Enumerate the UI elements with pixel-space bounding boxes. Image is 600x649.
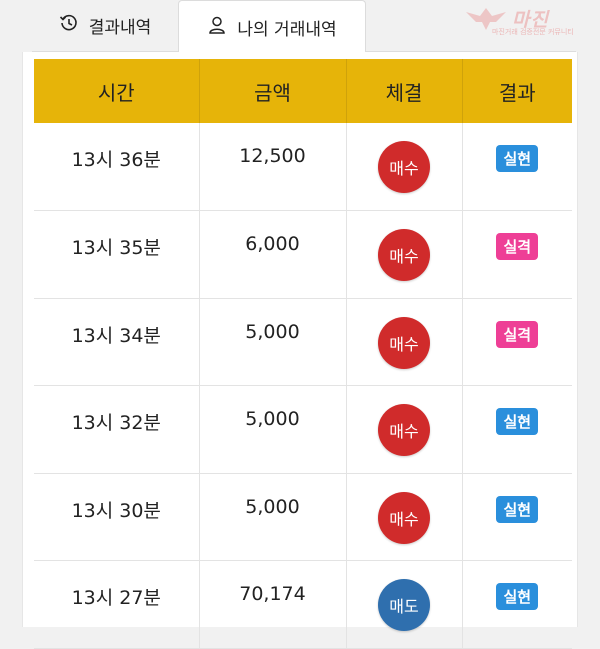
amount-value: 70,174 — [239, 583, 306, 605]
result-badge: 실현 — [496, 408, 539, 435]
cell-result: 실격 — [462, 210, 572, 299]
time-value: 13시 32분 — [71, 412, 161, 434]
cell-time: 13시 30분 — [34, 473, 200, 561]
table-row: 13시 36분 12,500 매수 실현 — [34, 123, 572, 211]
amount-value: 5,000 — [245, 495, 300, 518]
execution-badge: 매수 — [378, 404, 430, 456]
cell-amount: 6,000 — [199, 210, 347, 299]
cell-result: 실현 — [462, 385, 572, 474]
execution-badge: 매수 — [378, 491, 430, 544]
cell-result: 실현 — [462, 123, 572, 211]
result-badge: 실현 — [496, 583, 539, 610]
cell-result: 실격 — [462, 298, 572, 386]
header-result: 결과 — [462, 59, 572, 123]
execution-badge: 매도 — [378, 579, 430, 631]
trades-table: 시간 금액 체결 결과 13시 36분 12,500 매수 실현 13시 35분 6,00… — [34, 59, 572, 649]
execution-badge: 매수 — [378, 316, 430, 369]
cell-time: 13시 35분 — [34, 210, 200, 299]
cell-time: 13시 32분 — [34, 385, 200, 474]
execution-badge: 매수 — [378, 141, 430, 193]
user-icon — [207, 15, 237, 40]
tab-results-label: 결과내역 — [88, 18, 152, 38]
table-row: 13시 27분 70,174 매도 실현 — [34, 560, 572, 649]
execution-badge: 매수 — [378, 229, 430, 281]
table-row: 13시 30분 5,000 매수 실현 — [34, 473, 572, 561]
time-value: 13시 36분 — [71, 149, 161, 171]
logo-subtext: 마진거래 검증전문 커뮤니티 — [492, 28, 574, 36]
cell-amount: 12,500 — [199, 123, 347, 211]
tab-results-history[interactable]: 결과내역 — [32, 0, 178, 52]
time-value: 13시 30분 — [71, 499, 161, 522]
cell-execution: 매수 — [346, 385, 463, 474]
trades-panel: 시간 금액 체결 결과 13시 36분 12,500 매수 실현 13시 35분 6,00… — [22, 52, 578, 649]
time-value: 13시 34분 — [71, 324, 161, 347]
table-header-row: 시간 금액 체결 결과 — [34, 59, 572, 123]
cell-result: 실현 — [462, 560, 572, 649]
header-execution: 체결 — [346, 59, 463, 123]
result-badge: 실현 — [496, 145, 539, 172]
cell-execution: 매수 — [346, 210, 463, 299]
cell-execution: 매수 — [346, 473, 463, 561]
table-row: 13시 35분 6,000 매수 실격 — [34, 210, 572, 299]
cell-execution: 매수 — [346, 298, 463, 386]
cell-amount: 5,000 — [199, 298, 347, 386]
tab-my-trades[interactable]: 나의 거래내역 — [178, 0, 366, 53]
time-value: 13시 27분 — [71, 587, 161, 609]
amount-value: 5,000 — [245, 408, 300, 430]
table-row: 13시 32분 5,000 매수 실현 — [34, 385, 572, 474]
cell-execution: 매수 — [346, 123, 463, 211]
watermark-logo: 마진 마진거래 검증전문 커뮤니티 — [464, 4, 598, 38]
result-badge: 실격 — [496, 233, 539, 260]
result-badge: 실격 — [496, 320, 539, 348]
cell-time: 13시 34분 — [34, 298, 200, 386]
cell-amount: 5,000 — [199, 385, 347, 474]
header-amount: 금액 — [199, 59, 347, 123]
cell-result: 실현 — [462, 473, 572, 561]
amount-value: 5,000 — [245, 320, 300, 343]
time-value: 13시 35분 — [71, 237, 161, 259]
cell-time: 13시 27분 — [34, 560, 200, 649]
header-time: 시간 — [34, 59, 200, 123]
cell-amount: 5,000 — [199, 473, 347, 561]
table-row: 13시 34분 5,000 매수 실격 — [34, 298, 572, 386]
tab-my-trades-label: 나의 거래내역 — [237, 19, 337, 40]
amount-value: 12,500 — [239, 145, 306, 167]
cell-execution: 매도 — [346, 560, 463, 649]
amount-value: 6,000 — [245, 233, 300, 255]
history-icon — [59, 13, 89, 38]
cell-amount: 70,174 — [199, 560, 347, 649]
cell-time: 13시 36분 — [34, 123, 200, 211]
result-badge: 실현 — [496, 495, 539, 523]
